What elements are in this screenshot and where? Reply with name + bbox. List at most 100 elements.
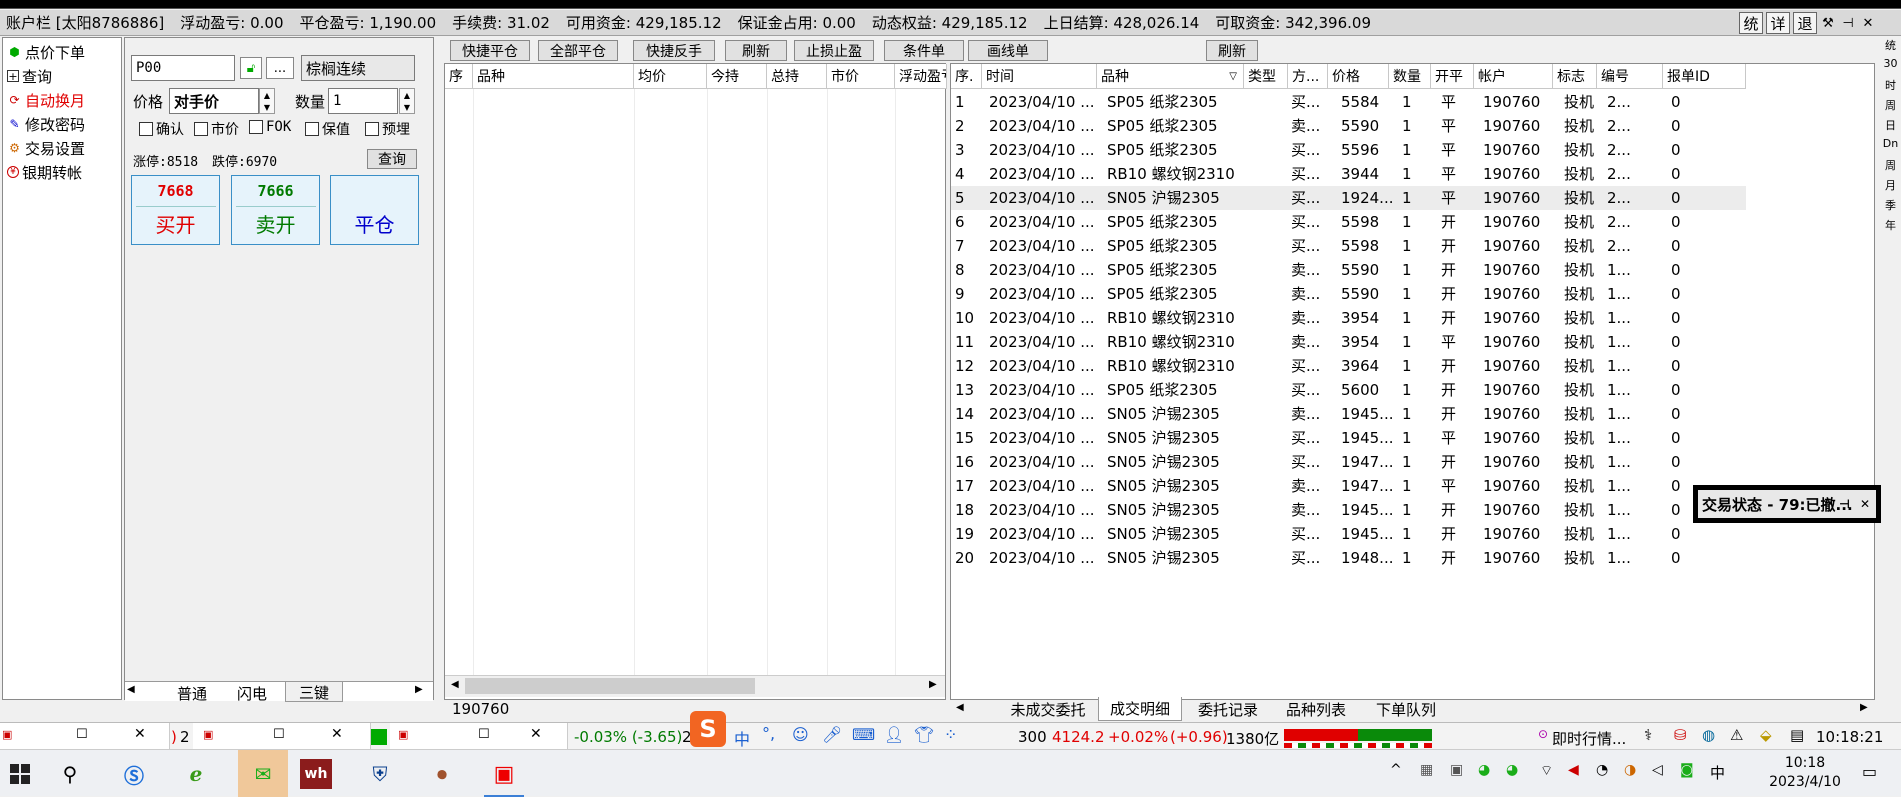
close-icon[interactable]: ✕: [1859, 13, 1877, 33]
network-icon[interactable]: ⌔: [1540, 762, 1553, 780]
nav-item-bank-transfer[interactable]: ¥ 银期转帐: [3, 160, 121, 184]
tab-flash[interactable]: 闪电: [237, 683, 267, 704]
market-checkbox[interactable]: 市价: [194, 119, 239, 139]
restore-icon[interactable]: ☐: [76, 727, 88, 742]
speaker-icon[interactable]: ◁: [1652, 762, 1663, 778]
trades-refresh-button[interactable]: 刷新: [1206, 40, 1258, 61]
table-row[interactable]: 10 2023/04/10 ... RB10 螺纹钢2310 卖... 3954 1 开 19…: [951, 306, 1746, 330]
period-item[interactable]: 日: [1885, 117, 1896, 137]
ie-browser-icon[interactable]: ℯ: [176, 756, 216, 792]
table-row[interactable]: 6 2023/04/10 ... SP05 纸浆2305 买... 5598 1 开 1907…: [951, 210, 1746, 234]
volume-icon[interactable]: ◀: [1568, 762, 1579, 778]
alert-icon[interactable]: ⚠: [1730, 726, 1743, 744]
pin-icon[interactable]: ⊣: [1839, 497, 1850, 511]
period-item[interactable]: 季: [1885, 197, 1896, 217]
wechat-tray-icon[interactable]: ◕: [1478, 762, 1490, 778]
document-icon[interactable]: ▤: [1790, 726, 1804, 744]
scroll-right-icon[interactable]: ▶: [929, 679, 937, 690]
qty-input[interactable]: 1: [328, 88, 398, 114]
period-item[interactable]: 时: [1885, 77, 1896, 97]
close-icon[interactable]: ✕: [530, 726, 542, 742]
nav-item-auto-roll[interactable]: ⟳ 自动换月: [3, 88, 121, 112]
qty-spinner[interactable]: ▲ ▼: [399, 88, 415, 114]
col-header[interactable]: 价格: [1328, 64, 1389, 89]
col-header[interactable]: 数量: [1389, 64, 1431, 89]
positions-hscrollbar[interactable]: ◀ ▶: [445, 675, 945, 697]
window-thumb[interactable]: ▣ ☐ ✕: [193, 723, 371, 750]
col-header[interactable]: 今持: [707, 64, 767, 89]
search-icon[interactable]: ⚲: [50, 756, 90, 792]
table-row[interactable]: 15 2023/04/10 ... SN05 沪锡2305 买... 1945... 1 平…: [951, 426, 1746, 450]
tray-icon[interactable]: ◑: [1624, 762, 1636, 778]
pin-icon[interactable]: ⊣: [1839, 13, 1857, 33]
query-button[interactable]: 查询: [367, 149, 417, 169]
price-spinner[interactable]: ▲ ▼: [259, 88, 275, 114]
period-item[interactable]: 周: [1885, 157, 1896, 177]
python-icon[interactable]: ⚕: [1644, 726, 1652, 744]
close-icon[interactable]: ✕: [331, 726, 343, 742]
col-header[interactable]: 品种 ▽: [1097, 64, 1244, 89]
app-icon[interactable]: ⏺: [422, 756, 462, 792]
microphone-icon[interactable]: 🎤︎: [822, 725, 842, 744]
taskbar-clock[interactable]: 10:18 2023/4/10: [1760, 754, 1850, 792]
col-header[interactable]: 报单ID: [1663, 64, 1746, 89]
sogou-browser-icon[interactable]: Ⓢ: [114, 756, 154, 792]
table-row[interactable]: 12 2023/04/10 ... RB10 螺纹钢2310 买... 3964 1 开 19…: [951, 354, 1746, 378]
draw-order-button[interactable]: 画线单: [968, 40, 1048, 61]
trade-status-popup[interactable]: 交易状态 - 79:已撤... ⊣ ✕: [1693, 485, 1881, 523]
table-row[interactable]: 2 2023/04/10 ... SP05 纸浆2305 卖... 5590 1 平 1907…: [951, 114, 1746, 138]
window-thumb[interactable]: ▣ ☐ ✕: [0, 723, 170, 750]
col-header[interactable]: 帐户: [1474, 64, 1553, 89]
windows-start-icon[interactable]: [0, 756, 40, 792]
col-header[interactable]: 开平: [1431, 64, 1474, 89]
sell-open-button[interactable]: 7666 卖开: [231, 175, 320, 245]
period-item[interactable]: 周: [1885, 97, 1896, 117]
col-header[interactable]: 类型: [1244, 64, 1288, 89]
table-row[interactable]: 11 2023/04/10 ... RB10 螺纹钢2310 卖... 3954 1 平 19…: [951, 330, 1746, 354]
quote-label[interactable]: 即时行情...: [1552, 728, 1626, 749]
emoji-icon[interactable]: ☺: [792, 725, 809, 744]
punctuation-icon[interactable]: °,: [762, 724, 775, 743]
wechat-icon[interactable]: ✉: [238, 750, 288, 797]
tab-three-key[interactable]: 三键: [285, 682, 343, 702]
close-icon[interactable]: ✕: [1860, 497, 1870, 511]
tab-pending-orders[interactable]: 未成交委托: [998, 697, 1098, 721]
conditional-order-button[interactable]: 条件单: [884, 40, 964, 61]
scroll-left-icon[interactable]: ◀: [451, 679, 459, 690]
close-position-button[interactable]: 平仓: [330, 175, 419, 245]
tab-order-records[interactable]: 委托记录: [1188, 697, 1268, 721]
col-header[interactable]: 浮动盈亏: [895, 64, 947, 89]
col-header[interactable]: 标志: [1553, 64, 1597, 89]
qq-icon[interactable]: ◔: [1596, 762, 1608, 778]
scroll-thumb[interactable]: [465, 678, 755, 694]
tab-instrument-list[interactable]: 品种列表: [1274, 697, 1358, 721]
scroll-right-icon[interactable]: ▶: [1860, 702, 1868, 713]
col-header[interactable]: 时间: [982, 64, 1097, 89]
hammer-icon[interactable]: ⚒: [1819, 13, 1837, 33]
trading-app-icon[interactable]: ⛨: [360, 756, 400, 792]
contract-code-input[interactable]: P00: [131, 55, 235, 81]
tray-icon[interactable]: ▦: [1420, 762, 1433, 778]
toolbox-icon[interactable]: ⁘: [944, 725, 957, 744]
col-header[interactable]: 方...: [1288, 64, 1328, 89]
period-item[interactable]: Dn: [1883, 137, 1898, 157]
col-header[interactable]: 编号: [1597, 64, 1663, 89]
table-row[interactable]: 7 2023/04/10 ... SP05 纸浆2305 买... 5598 1 开 1907…: [951, 234, 1746, 258]
scroll-right-icon[interactable]: ▶: [415, 684, 423, 695]
stat-button[interactable]: 统: [1739, 12, 1763, 34]
sogou-ime-icon[interactable]: S: [690, 711, 726, 747]
table-row[interactable]: 9 2023/04/10 ... SP05 纸浆2305 卖... 5590 1 开 1907…: [951, 282, 1746, 306]
exit-button[interactable]: 退: [1793, 12, 1817, 34]
user-icon[interactable]: 👤︎: [884, 725, 904, 744]
price-input[interactable]: 对手价: [169, 88, 259, 114]
nav-item-query[interactable]: + 查询: [3, 64, 121, 88]
refresh-button[interactable]: 刷新: [725, 40, 787, 61]
detail-button[interactable]: 详: [1766, 12, 1790, 34]
table-row[interactable]: 5 2023/04/10 ... SN05 沪锡2305 买... 1924... 1 平 1…: [951, 186, 1746, 210]
table-row[interactable]: 19 2023/04/10 ... SN05 沪锡2305 买... 1945... 1 开…: [951, 522, 1746, 546]
col-header[interactable]: 市价: [827, 64, 895, 89]
col-header[interactable]: 总持: [767, 64, 827, 89]
nav-item-change-password[interactable]: ✎ 修改密码: [3, 112, 121, 136]
table-row[interactable]: 3 2023/04/10 ... SP05 纸浆2305 买... 5596 1 平 1907…: [951, 138, 1746, 162]
database-icon[interactable]: ⛁: [1674, 726, 1687, 744]
